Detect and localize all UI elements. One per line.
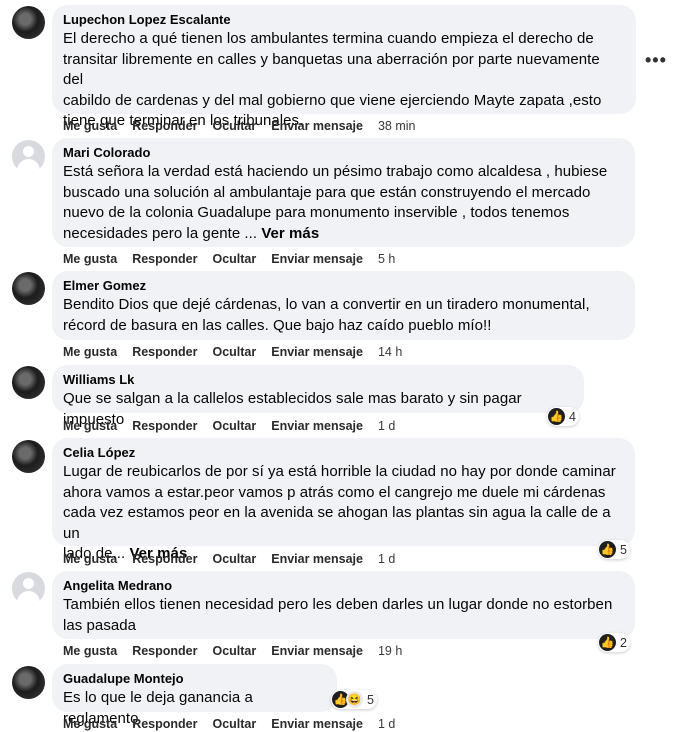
comment-bubble: Lupechon Lopez Escalante El derecho a qu… bbox=[52, 5, 636, 129]
send-message-button[interactable]: Enviar mensaje bbox=[271, 118, 363, 134]
comment-text-line: Lugar de reubicarlos de por sí ya está h… bbox=[63, 463, 616, 480]
comment-text-fragment: necesidades pero la gente ... bbox=[63, 224, 262, 242]
comment-timestamp[interactable]: 14 h bbox=[378, 344, 402, 360]
comment-text-line: transitar libremente en calles y banquet… bbox=[63, 50, 600, 89]
hide-button[interactable]: Ocultar bbox=[212, 551, 256, 567]
avatar-head-shape bbox=[23, 146, 34, 157]
send-message-button[interactable]: Enviar mensaje bbox=[271, 344, 363, 360]
avatar[interactable] bbox=[12, 440, 45, 473]
like-button[interactable]: Me gusta bbox=[63, 716, 117, 732]
reaction-summary[interactable]: 👍 5 bbox=[598, 540, 630, 559]
hide-button[interactable]: Ocultar bbox=[212, 118, 256, 134]
reply-button[interactable]: Responder bbox=[132, 251, 197, 267]
like-button[interactable]: Me gusta bbox=[63, 251, 117, 267]
comment-bubble: Celia López Lugar de reubicarlos de por … bbox=[52, 438, 635, 562]
reaction-count: 5 bbox=[620, 542, 627, 557]
comment-text-line: necesidades pero la gente ... Ver más bbox=[63, 224, 623, 245]
avatar-head-shape bbox=[23, 578, 34, 589]
comment-text-line: cada vez estamos peor en la avenida se a… bbox=[63, 504, 611, 542]
hide-button[interactable]: Ocultar bbox=[212, 251, 256, 267]
more-options-icon[interactable]: ••• bbox=[645, 50, 667, 71]
reply-button[interactable]: Responder bbox=[132, 551, 197, 567]
send-message-button[interactable]: Enviar mensaje bbox=[271, 418, 363, 434]
hide-button[interactable]: Ocultar bbox=[212, 344, 256, 360]
comment-timestamp[interactable]: 5 h bbox=[378, 251, 395, 267]
reaction-count: 4 bbox=[569, 409, 576, 424]
comment-text-line: nuevo de la colonia Guadalupe para monum… bbox=[63, 204, 570, 221]
comment-bubble: Williams Lk Que se salgan a la callelos … bbox=[52, 365, 584, 428]
comment-author[interactable]: Angelita Medrano bbox=[63, 577, 623, 595]
send-message-button[interactable]: Enviar mensaje bbox=[271, 716, 363, 732]
comment-bubble: Guadalupe Montejo Es lo que le deja gana… bbox=[52, 664, 337, 727]
send-message-button[interactable]: Enviar mensaje bbox=[271, 551, 363, 567]
comment-author[interactable]: Mari Colorado bbox=[63, 144, 623, 162]
comment-text-line: récord de basura en las calles. Que bajo… bbox=[63, 316, 492, 334]
like-reaction-icon: 👍 bbox=[599, 634, 616, 651]
comment-bubble: Elmer Gomez Bendito Dios que dejé cárden… bbox=[52, 271, 635, 340]
comment-actions: Me gusta Responder Ocultar Enviar mensaj… bbox=[63, 344, 417, 360]
like-button[interactable]: Me gusta bbox=[63, 344, 117, 360]
comment-actions: Me gusta Responder Ocultar Enviar mensaj… bbox=[63, 251, 410, 267]
like-button[interactable]: Me gusta bbox=[63, 118, 117, 134]
comment-timestamp[interactable]: 1 d bbox=[378, 418, 395, 434]
comment-text-line: buscado una solución al ambulantaje para… bbox=[63, 183, 591, 201]
comment-timestamp[interactable]: 1 d bbox=[378, 551, 395, 567]
like-reaction-icon: 👍 bbox=[548, 408, 565, 425]
hide-button[interactable]: Ocultar bbox=[212, 418, 256, 434]
reaction-summary[interactable]: 👍 😆 5 bbox=[331, 690, 377, 709]
avatar[interactable] bbox=[12, 140, 45, 173]
send-message-button[interactable]: Enviar mensaje bbox=[271, 643, 363, 659]
hide-button[interactable]: Ocultar bbox=[212, 643, 256, 659]
comment-author[interactable]: Williams Lk bbox=[63, 371, 572, 389]
comment-timestamp[interactable]: 1 d bbox=[378, 716, 395, 732]
avatar-body-shape bbox=[17, 159, 40, 173]
comment-text-line: Está señora la verdad está haciendo un p… bbox=[63, 163, 608, 180]
like-button[interactable]: Me gusta bbox=[63, 643, 117, 659]
avatar-body-shape bbox=[17, 591, 40, 605]
reaction-summary[interactable]: 👍 4 bbox=[547, 407, 579, 426]
comment-timestamp[interactable]: 19 h bbox=[378, 643, 402, 659]
avatar[interactable] bbox=[12, 366, 45, 399]
reaction-count: 2 bbox=[620, 635, 627, 650]
avatar[interactable] bbox=[12, 272, 45, 305]
comment-author[interactable]: Celia López bbox=[63, 444, 623, 462]
laugh-reaction-icon: 😆 bbox=[346, 691, 363, 708]
comment-actions: Me gusta Responder Ocultar Enviar mensaj… bbox=[63, 551, 410, 567]
comment-bubble: Mari Colorado Está señora la verdad está… bbox=[52, 138, 635, 247]
avatar[interactable] bbox=[12, 6, 45, 39]
reaction-summary[interactable]: 👍 2 bbox=[598, 633, 630, 652]
comment-text-line: También ellos tienen necesidad pero les … bbox=[63, 596, 613, 613]
reply-button[interactable]: Responder bbox=[132, 643, 197, 659]
comment-bubble: Angelita Medrano También ellos tienen ne… bbox=[52, 571, 635, 639]
reply-button[interactable]: Responder bbox=[132, 418, 197, 434]
reaction-count: 5 bbox=[367, 692, 374, 707]
like-reaction-icon: 👍 bbox=[599, 541, 616, 558]
comment-actions: Me gusta Responder Ocultar Enviar mensaj… bbox=[63, 643, 417, 659]
comment-author[interactable]: Elmer Gomez bbox=[63, 277, 623, 295]
reply-button[interactable]: Responder bbox=[132, 118, 197, 134]
like-button[interactable]: Me gusta bbox=[63, 551, 117, 567]
hide-button[interactable]: Ocultar bbox=[212, 716, 256, 732]
comment-text-line: Bendito Dios que dejé cárdenas, lo van a… bbox=[63, 296, 590, 313]
comment-text-line: El derecho a qué tienen los ambulantes t… bbox=[63, 30, 594, 47]
send-message-button[interactable]: Enviar mensaje bbox=[271, 251, 363, 267]
comment-text-line: cabildo de cardenas y del mal gobierno q… bbox=[63, 91, 602, 109]
comment-actions: Me gusta Responder Ocultar Enviar mensaj… bbox=[63, 716, 410, 732]
avatar[interactable] bbox=[12, 666, 45, 699]
comment-author[interactable]: Lupechon Lopez Escalante bbox=[63, 11, 624, 29]
reply-button[interactable]: Responder bbox=[132, 716, 197, 732]
comment-timestamp[interactable]: 38 min bbox=[378, 118, 416, 134]
avatar[interactable] bbox=[12, 572, 45, 605]
comment-actions: Me gusta Responder Ocultar Enviar mensaj… bbox=[63, 418, 410, 434]
reply-button[interactable]: Responder bbox=[132, 344, 197, 360]
comment-actions: Me gusta Responder Ocultar Enviar mensaj… bbox=[63, 118, 431, 134]
comment-text-line: las pasada bbox=[63, 616, 137, 634]
comment-author[interactable]: Guadalupe Montejo bbox=[63, 670, 325, 688]
comment-text-line: ahora vamos a estar.peor vamos p atrás c… bbox=[63, 483, 606, 501]
see-more-link[interactable]: Ver más bbox=[261, 225, 319, 242]
like-button[interactable]: Me gusta bbox=[63, 418, 117, 434]
